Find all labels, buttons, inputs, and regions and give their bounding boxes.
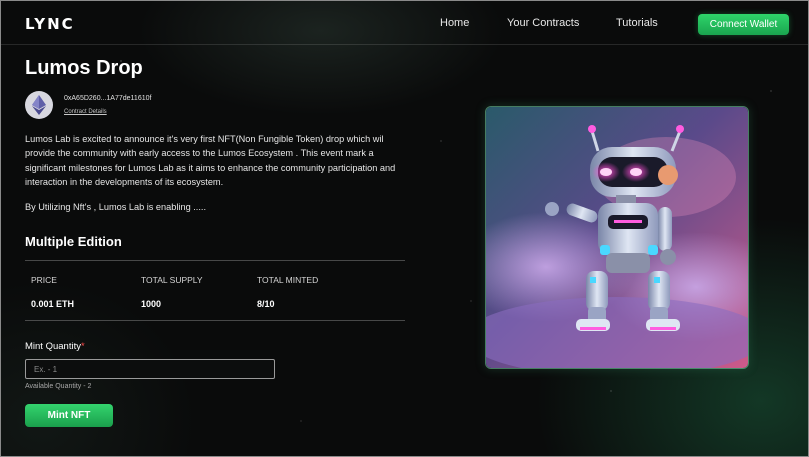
top-nav: LYNC Home Your Contracts Tutorials Conne… bbox=[1, 1, 808, 45]
contract-details-link[interactable]: Contract Details bbox=[64, 109, 107, 115]
required-marker: * bbox=[80, 341, 85, 352]
total-minted-value: 8/10 bbox=[257, 299, 275, 309]
ethereum-icon bbox=[25, 91, 53, 119]
available-quantity: Available Quantity - 2 bbox=[25, 383, 92, 390]
robot-nft-image bbox=[485, 106, 749, 369]
logo[interactable]: LYNC bbox=[25, 15, 75, 33]
mint-quantity-label-text: Mint Quantity bbox=[25, 341, 81, 352]
mint-nft-button[interactable]: Mint NFT bbox=[25, 404, 113, 427]
drop-description: Lumos Lab is excited to announce it's ve… bbox=[25, 134, 396, 188]
nav-home[interactable]: Home bbox=[440, 17, 469, 29]
mint-quantity-label: Mint Quantity* bbox=[25, 341, 85, 352]
edition-title: Multiple Edition bbox=[25, 234, 122, 249]
price-label: PRICE bbox=[31, 275, 57, 285]
total-minted-label: TOTAL MINTED bbox=[257, 275, 319, 285]
connect-wallet-button[interactable]: Connect Wallet bbox=[698, 14, 789, 35]
drop-utilizing-text: By Utilizing Nft's , Lumos Lab is enabli… bbox=[25, 202, 206, 212]
mint-quantity-input[interactable] bbox=[25, 359, 275, 379]
nav-tutorials[interactable]: Tutorials bbox=[616, 17, 658, 29]
divider bbox=[25, 320, 405, 321]
page: LYNC Home Your Contracts Tutorials Conne… bbox=[0, 0, 809, 457]
nav-your-contracts[interactable]: Your Contracts bbox=[507, 17, 579, 29]
price-value: 0.001 ETH bbox=[31, 299, 75, 309]
page-title: Lumos Drop bbox=[25, 57, 143, 79]
total-supply-label: TOTAL SUPPLY bbox=[141, 275, 203, 285]
divider bbox=[25, 260, 405, 261]
total-supply-value: 1000 bbox=[141, 299, 162, 309]
wallet-address: 0xA65D260...1A77de11610f bbox=[64, 95, 152, 102]
